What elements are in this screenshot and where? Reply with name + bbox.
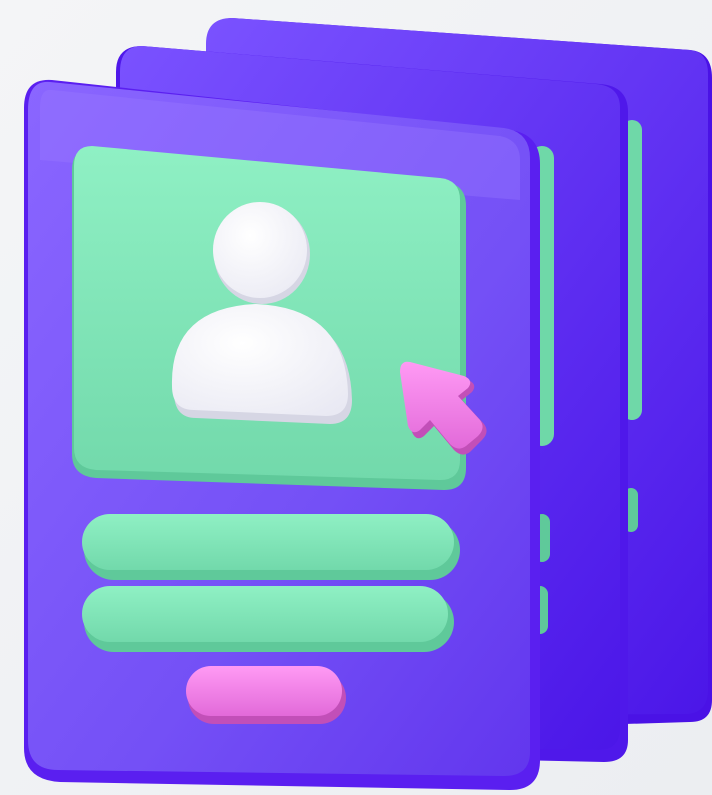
illustration-canvas — [0, 0, 712, 795]
text-line-1 — [82, 514, 460, 580]
card-front — [24, 79, 540, 790]
text-line-2 — [82, 586, 454, 652]
action-button — [186, 666, 346, 724]
avatar-head — [213, 202, 307, 298]
profile-card-stack-illustration — [0, 0, 712, 795]
